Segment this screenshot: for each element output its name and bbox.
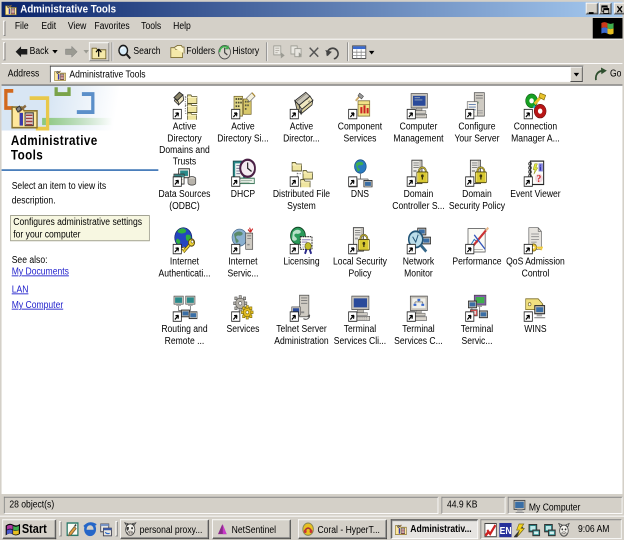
svg-text:EN: EN [500, 526, 512, 537]
svg-text:?: ? [536, 174, 541, 186]
